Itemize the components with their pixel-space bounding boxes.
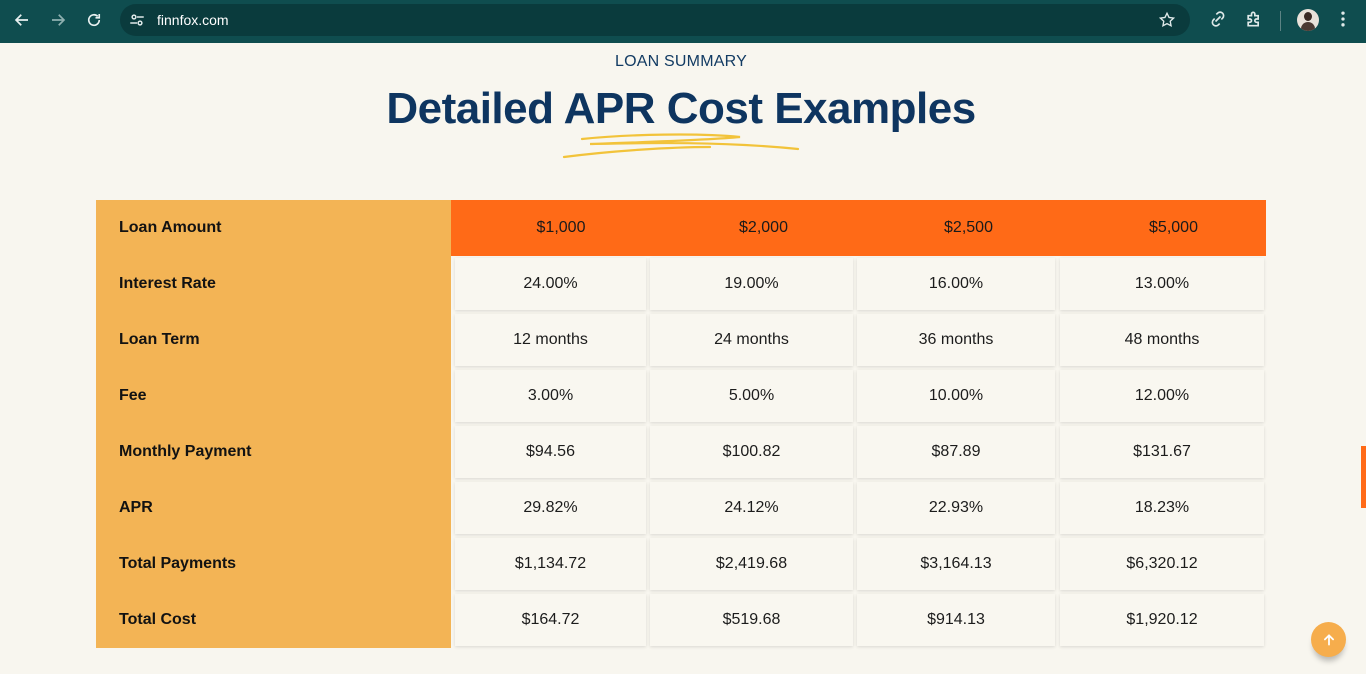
table-cell: $6,320.12 [1060,538,1264,590]
back-button[interactable] [4,2,40,38]
header-cell: $5,000 [1149,219,1198,236]
table-cell: $164.72 [455,594,646,646]
table-cell: 24 months [650,314,853,366]
reload-icon [87,13,101,27]
table-cell: 24.12% [650,482,853,534]
table-cell: 12 months [455,314,646,366]
table-cell: $94.56 [455,426,646,478]
table-cell: 18.23% [1060,482,1264,534]
row-label-total-payments: Total Payments [119,555,237,572]
forward-icon [52,14,66,26]
table-cell: 22.93% [857,482,1055,534]
table-cell: $1,134.72 [455,538,646,590]
browser-toolbar: finnfox.com [0,0,1366,43]
title-underline-squiggle [562,133,800,159]
row-label-fee: Fee [119,387,147,404]
link-icon[interactable] [1208,9,1228,29]
table-cell: 16.00% [857,258,1055,310]
profile-avatar[interactable] [1297,9,1319,31]
table-cell: 36 months [857,314,1055,366]
row-label-loan-amount: Loan Amount [119,219,222,236]
table-cell: $100.82 [650,426,853,478]
table-cell: 48 months [1060,314,1264,366]
header-cell: $1,000 [536,219,586,236]
table-cell: $131.67 [1060,426,1264,478]
header-cell: $2,500 [944,219,993,236]
table-cell: 12.00% [1060,370,1264,422]
table-cell: 29.82% [455,482,646,534]
arrow-up-icon [1323,633,1334,646]
apr-cost-table: Loan Amount Interest Rate Loan Term Fee … [96,200,1266,648]
row-label-interest-rate: Interest Rate [119,275,216,292]
side-feedback-tab[interactable] [1361,446,1366,508]
table-cell: $3,164.13 [857,538,1055,590]
forward-button[interactable] [40,2,76,38]
extensions-icon[interactable] [1244,9,1264,29]
back-icon [14,14,28,26]
table-cell: $87.89 [857,426,1055,478]
toolbar-separator [1280,11,1281,31]
url-text[interactable]: finnfox.com [157,12,229,28]
table-cell: $1,920.12 [1060,594,1264,646]
table-cell: 24.00% [455,258,646,310]
bookmark-star-icon[interactable] [1158,11,1176,29]
table-cell: 3.00% [455,370,646,422]
row-label-apr: APR [119,499,153,516]
header-cell: $2,000 [739,219,788,236]
table-cell: $519.68 [650,594,853,646]
table-cell: 19.00% [650,258,853,310]
site-settings-icon[interactable] [128,11,146,29]
row-label-total-cost: Total Cost [119,611,197,628]
table-cell: $914.13 [857,594,1055,646]
address-bar[interactable]: finnfox.com [120,4,1190,36]
page-title: Detailed APR Cost Examples [386,84,976,133]
scroll-to-top-button[interactable] [1311,622,1346,657]
table-cell: 13.00% [1060,258,1264,310]
reload-button[interactable] [76,2,112,38]
row-label-loan-term: Loan Term [119,331,200,348]
table-cell: 10.00% [857,370,1055,422]
table-cell: 5.00% [650,370,853,422]
menu-icon[interactable] [1333,9,1353,29]
table-cell: $2,419.68 [650,538,853,590]
row-label-monthly-payment: Monthly Payment [119,443,252,460]
section-eyebrow: LOAN SUMMARY [615,53,747,70]
